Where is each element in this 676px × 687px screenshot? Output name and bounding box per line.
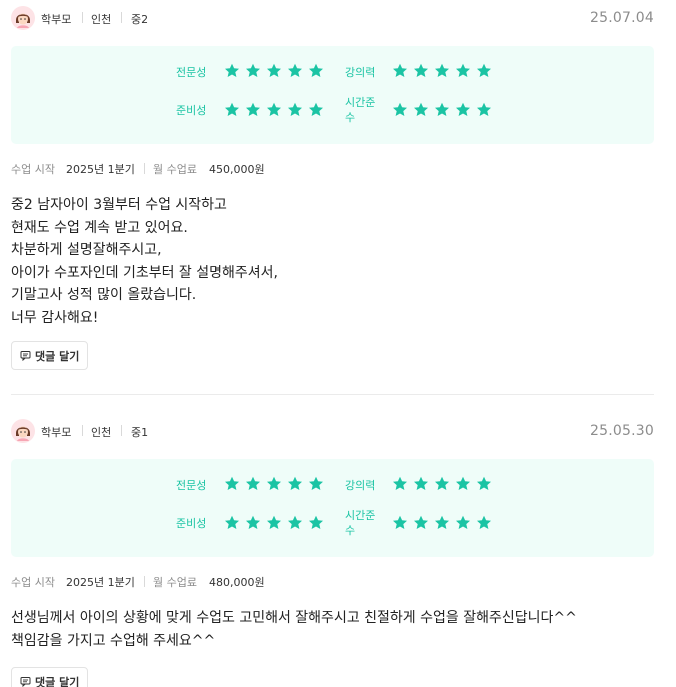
start-label: 수업 시작	[11, 163, 55, 176]
review-header: 학부모 인천 중1 25.05.30	[0, 413, 676, 451]
reply-label: 댓글 달기	[35, 676, 80, 687]
star-icon	[287, 102, 303, 118]
avatar	[11, 6, 35, 30]
rating-label-punctuality: 시간준수	[345, 509, 376, 537]
start-value: 2025년 1분기	[66, 163, 135, 176]
star-icon	[308, 102, 324, 118]
separator	[121, 425, 122, 436]
rating-panel: 전문성 강의력 준비성 시간준수	[11, 459, 654, 557]
content-line: 기말고사 성적 많이 올랐습니다.	[11, 287, 197, 304]
separator	[82, 425, 83, 436]
content-line: 아이가 수포자인데 기초부터 잘 설명해주셔서,	[11, 264, 278, 281]
star-icon	[266, 102, 282, 118]
star-icon	[434, 515, 450, 531]
star-icon	[392, 515, 408, 531]
star-icon	[434, 102, 450, 118]
author-role: 학부모	[41, 13, 72, 26]
star-icon	[308, 63, 324, 79]
star-icon	[287, 63, 303, 79]
star-icon	[224, 476, 240, 492]
fee-label: 월 수업료	[153, 163, 197, 176]
author-region: 인천	[91, 13, 112, 26]
author-region: 인천	[91, 426, 112, 439]
content-line: 책임감을 가지고 수업해 주세요^^	[11, 632, 216, 649]
star-icon	[392, 63, 408, 79]
star-icon	[224, 63, 240, 79]
star-icon	[245, 63, 261, 79]
star-icon	[287, 515, 303, 531]
reply-button[interactable]: 댓글 달기	[11, 341, 88, 370]
comment-icon	[20, 351, 31, 361]
rating-label-teaching: 강의력	[345, 479, 376, 492]
reply-label: 댓글 달기	[35, 350, 80, 363]
fee-value: 480,000원	[209, 576, 265, 589]
star-icon	[224, 102, 240, 118]
girl-avatar-icon	[11, 6, 35, 30]
star-icon	[455, 63, 471, 79]
author-grade: 중1	[131, 426, 149, 439]
reply-button[interactable]: 댓글 달기	[11, 667, 88, 687]
content-line: 중2 남자아이 3월부터 수업 시작하고	[11, 197, 227, 213]
star-icon	[245, 102, 261, 118]
fee-value: 450,000원	[209, 163, 265, 176]
fee-label: 월 수업료	[153, 576, 197, 589]
separator	[144, 576, 145, 587]
start-value: 2025년 1분기	[66, 576, 135, 589]
star-icon	[455, 476, 471, 492]
star-icon	[245, 515, 261, 531]
content-line: 현재도 수업 계속 받고 있어요.	[11, 219, 188, 236]
star-icon	[245, 476, 261, 492]
star-icon	[434, 476, 450, 492]
star-icon	[455, 102, 471, 118]
star-icon	[266, 476, 282, 492]
review-content: 중2 남자아이 3월부터 수업 시작하고 현재도 수업 계속 받고 있어요. 차…	[11, 194, 651, 330]
star-icon	[476, 476, 492, 492]
author-role: 학부모	[41, 426, 72, 439]
review-date: 25.07.04	[590, 10, 654, 26]
review-date: 25.05.30	[590, 423, 654, 439]
rating-label-preparation: 준비성	[176, 104, 207, 117]
star-icon	[266, 63, 282, 79]
rating-panel: 전문성 강의력 준비성 시간준수	[11, 46, 654, 144]
comment-icon	[20, 677, 31, 687]
content-line: 선생님께서 아이의 상황에 맞게 수업도 고민해서 잘해주시고 친절하게 수업을…	[11, 610, 577, 626]
rating-label-teaching: 강의력	[345, 66, 376, 79]
review-header: 학부모 인천 중2 25.07.04	[0, 0, 676, 38]
star-icon	[476, 515, 492, 531]
star-icon	[476, 63, 492, 79]
review-divider	[11, 394, 654, 395]
star-icon	[413, 102, 429, 118]
separator	[82, 12, 83, 23]
star-icon	[392, 476, 408, 492]
girl-avatar-icon	[11, 419, 35, 443]
avatar	[11, 419, 35, 443]
content-line: 너무 감사해요!	[11, 309, 99, 326]
rating-label-punctuality: 시간준수	[345, 96, 376, 124]
author-grade: 중2	[131, 13, 149, 26]
star-icon	[308, 476, 324, 492]
star-icon	[455, 515, 471, 531]
rating-label-expertise: 전문성	[176, 66, 207, 79]
star-icon	[287, 476, 303, 492]
star-icon	[413, 476, 429, 492]
star-icon	[308, 515, 324, 531]
rating-label-expertise: 전문성	[176, 479, 207, 492]
star-icon	[392, 102, 408, 118]
separator	[121, 12, 122, 23]
star-icon	[413, 63, 429, 79]
rating-label-preparation: 준비성	[176, 517, 207, 530]
star-icon	[266, 515, 282, 531]
content-line: 차분하게 설명잘해주시고,	[11, 242, 162, 259]
separator	[144, 163, 145, 174]
star-icon	[476, 102, 492, 118]
start-label: 수업 시작	[11, 576, 55, 589]
star-icon	[434, 63, 450, 79]
review-content: 선생님께서 아이의 상황에 맞게 수업도 고민해서 잘해주시고 친절하게 수업을…	[11, 607, 651, 652]
star-icon	[224, 515, 240, 531]
star-icon	[413, 515, 429, 531]
